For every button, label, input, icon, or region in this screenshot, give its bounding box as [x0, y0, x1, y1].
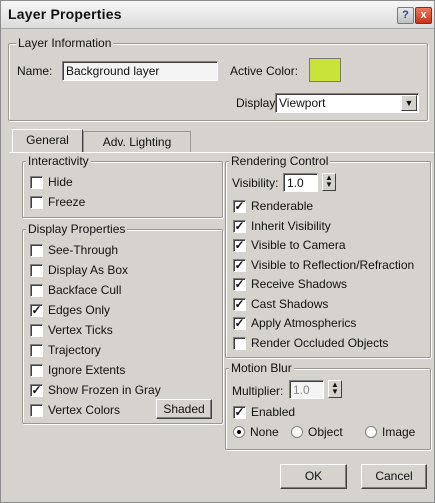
- display-display-as-box-label: Display As Box: [48, 263, 129, 277]
- ok-button[interactable]: OK: [280, 464, 347, 489]
- display-select-value: Viewport: [279, 96, 326, 110]
- display-vertex-colors-label: Vertex Colors: [48, 403, 121, 417]
- display-show-frozen-in-gray-label: Show Frozen in Gray: [48, 383, 161, 397]
- display-trajectory-checkbox[interactable]: [30, 344, 43, 357]
- tab-general[interactable]: General: [12, 129, 83, 153]
- display-display-as-box-checkbox[interactable]: [30, 264, 43, 277]
- window-title: Layer Properties: [8, 6, 122, 22]
- interactivity-hide-checkbox[interactable]: [30, 176, 43, 189]
- visibility-input[interactable]: 1.0: [283, 173, 318, 192]
- name-label: Name:: [17, 64, 53, 78]
- display-properties-legend: Display Properties: [26, 222, 128, 236]
- layer-information-group: Layer Information Name: Background layer…: [8, 36, 428, 121]
- display-see-through-checkbox[interactable]: [30, 244, 43, 257]
- close-button[interactable]: x: [415, 7, 432, 24]
- rendering-inherit-visibility-label: Inherit Visibility: [251, 218, 331, 233]
- rendering-render-occluded-objects-label: Render Occluded Objects: [251, 335, 389, 350]
- visibility-label: Visibility:: [232, 176, 279, 190]
- rendering-visible-to-reflection-refraction-label: Visible to Reflection/Refraction: [251, 257, 415, 272]
- display-backface-cull-checkbox[interactable]: [30, 284, 43, 297]
- display-vertex-ticks-checkbox[interactable]: [30, 324, 43, 337]
- rendering-render-occluded-objects-checkbox[interactable]: [233, 336, 246, 350]
- rendering-inherit-visibility-checkbox[interactable]: ✓: [233, 219, 246, 233]
- rendering-visible-to-camera-label: Visible to Camera: [251, 238, 346, 252]
- display-properties-group: Display Properties See-Through Display As…: [22, 222, 223, 424]
- multiplier-spinner[interactable]: ▲ ▼: [328, 380, 342, 398]
- rendering-visible-to-camera-checkbox[interactable]: ✓: [233, 239, 246, 252]
- cancel-button[interactable]: Cancel: [361, 464, 427, 489]
- tab-panel-top-edge: [9, 152, 434, 153]
- rendering-renderable-checkbox[interactable]: ✓: [233, 200, 246, 213]
- help-icon: ?: [402, 9, 409, 21]
- chevron-down-icon[interactable]: ▼: [401, 95, 417, 111]
- rendering-receive-shadows-checkbox[interactable]: ✓: [233, 278, 246, 291]
- display-backface-cull-label: Backface Cull: [48, 283, 122, 297]
- title-bar[interactable]: Layer Properties ? x: [1, 1, 434, 29]
- visibility-spinner[interactable]: ▲ ▼: [322, 173, 336, 191]
- motion-blur-legend: Motion Blur: [229, 361, 294, 375]
- active-color-label: Active Color:: [230, 64, 299, 78]
- help-button[interactable]: ?: [397, 7, 414, 24]
- rendering-renderable-label: Renderable: [251, 199, 314, 213]
- interactivity-freeze-checkbox[interactable]: [30, 196, 43, 209]
- close-icon: x: [420, 9, 427, 21]
- display-edges-only-checkbox[interactable]: ✓: [30, 304, 43, 317]
- rendering-apply-atmospherics-checkbox[interactable]: ✓: [233, 317, 246, 330]
- display-vertex-colors-checkbox[interactable]: [30, 404, 43, 417]
- rendering-cast-shadows-checkbox[interactable]: ✓: [233, 297, 246, 311]
- rendering-apply-atmospherics-label: Apply Atmospherics: [251, 316, 357, 330]
- enabled-checkbox[interactable]: ✓: [233, 406, 246, 419]
- display-ignore-extents-checkbox[interactable]: [30, 364, 43, 377]
- rendering-visible-to-reflection-refraction-checkbox[interactable]: ✓: [233, 258, 246, 272]
- rendering-control-legend: Rendering Control: [229, 154, 331, 168]
- interactivity-group: Interactivity Hide Freeze: [22, 154, 223, 218]
- motion-blur-none-radio[interactable]: [233, 426, 245, 438]
- motion-blur-group: Motion Blur Multiplier: 1.0 ▲ ▼ ✓ Enabled…: [225, 361, 431, 450]
- interactivity-legend: Interactivity: [26, 154, 91, 168]
- display-edges-only-label: Edges Only: [48, 303, 111, 317]
- motion-blur-none-label: None: [250, 425, 279, 439]
- display-see-through-label: See-Through: [48, 243, 119, 257]
- interactivity-freeze-label: Freeze: [48, 195, 86, 209]
- multiplier-input[interactable]: 1.0: [289, 380, 324, 399]
- rendering-cast-shadows-label: Cast Shadows: [251, 296, 329, 311]
- motion-blur-image-label: Image: [382, 425, 416, 439]
- layer-properties-dialog: Layer Properties ? x Layer Information N…: [0, 0, 435, 503]
- display-select[interactable]: Viewport ▼: [275, 93, 419, 113]
- display-label: Display:: [236, 96, 279, 110]
- rendering-receive-shadows-label: Receive Shadows: [251, 277, 348, 291]
- multiplier-label: Multiplier:: [232, 384, 284, 398]
- active-color-swatch[interactable]: [309, 58, 341, 82]
- enabled-label: Enabled: [251, 405, 296, 419]
- motion-blur-object-radio[interactable]: [291, 426, 303, 438]
- display-show-frozen-in-gray-checkbox[interactable]: ✓: [30, 384, 43, 397]
- display-ignore-extents-label: Ignore Extents: [48, 363, 126, 377]
- layer-information-legend: Layer Information: [16, 36, 114, 50]
- shaded-button[interactable]: Shaded: [156, 399, 212, 419]
- layer-name-input[interactable]: Background layer: [62, 61, 218, 81]
- rendering-control-group: Rendering Control Visibility: 1.0 ▲ ▼ ✓ Re…: [225, 154, 431, 358]
- motion-blur-object-label: Object: [308, 425, 343, 439]
- tab-adv-lighting[interactable]: Adv. Lighting: [83, 131, 191, 153]
- motion-blur-image-radio[interactable]: [365, 426, 377, 438]
- interactivity-hide-label: Hide: [48, 175, 73, 189]
- display-vertex-ticks-label: Vertex Ticks: [48, 323, 113, 337]
- display-trajectory-label: Trajectory: [48, 343, 101, 357]
